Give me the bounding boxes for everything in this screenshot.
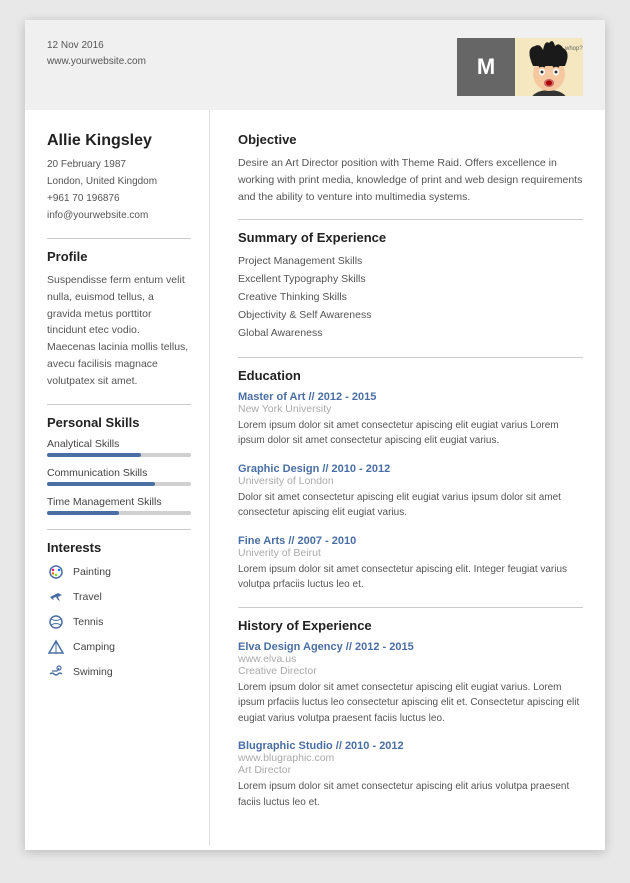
edu-desc-0: Lorem ipsum dolor sit amet consectetur a… bbox=[238, 418, 583, 449]
edu-school-1: University of London bbox=[238, 475, 583, 487]
summary-item-0: Project Management Skills bbox=[238, 253, 583, 271]
summary-list: Project Management Skills Excellent Typo… bbox=[238, 253, 583, 342]
cartoon-svg: whop?! bbox=[515, 38, 583, 96]
skill-communication-label: Communication Skills bbox=[47, 467, 191, 479]
profile-text: Suspendisse ferm entum velit nulla, euis… bbox=[47, 272, 191, 390]
skill-time: Time Management Skills bbox=[47, 496, 191, 515]
education-title: Education bbox=[238, 368, 583, 383]
edu-school-0: New York University bbox=[238, 403, 583, 415]
edu-desc-1: Dolor sit amet consectetur apiscing elit… bbox=[238, 490, 583, 521]
exp-desc-0: Lorem ipsum dolor sit amet consectetur a… bbox=[238, 680, 583, 727]
edu-entry-2: Fine Arts // 2007 - 2010 Univerity of Be… bbox=[238, 535, 583, 593]
tent-icon bbox=[47, 638, 65, 656]
divider-1 bbox=[47, 238, 191, 239]
plane-icon bbox=[47, 588, 65, 606]
skill-analytical: Analytical Skills bbox=[47, 438, 191, 457]
divider-r1 bbox=[238, 219, 583, 220]
skill-time-label: Time Management Skills bbox=[47, 496, 191, 508]
exp-desc-1: Lorem ipsum dolor sit amet consectetur a… bbox=[238, 779, 583, 810]
interest-camping: Camping bbox=[47, 638, 191, 656]
interests-title: Interests bbox=[47, 540, 191, 555]
skill-communication-bar-bg bbox=[47, 482, 191, 486]
objective-text: Desire an Art Director position with The… bbox=[238, 155, 583, 205]
person-location: London, United Kingdom bbox=[47, 173, 191, 190]
header-website: www.yourwebsite.com bbox=[47, 54, 146, 70]
divider-2 bbox=[47, 404, 191, 405]
edu-entry-1: Graphic Design // 2010 - 2012 University… bbox=[238, 463, 583, 521]
summary-title: Summary of Experience bbox=[238, 230, 583, 245]
exp-company-1: www.blugraphic.com bbox=[238, 752, 583, 764]
experience-title: History of Experience bbox=[238, 618, 583, 633]
interest-tennis: Tennis bbox=[47, 613, 191, 631]
profile-title: Profile bbox=[47, 249, 191, 264]
interest-painting: Painting bbox=[47, 563, 191, 581]
exp-role-0: Creative Director bbox=[238, 665, 583, 677]
summary-item-2: Creative Thinking Skills bbox=[238, 289, 583, 307]
summary-item-4: Global Awareness bbox=[238, 325, 583, 343]
interest-travel: Travel bbox=[47, 588, 191, 606]
skill-analytical-bar-bg bbox=[47, 453, 191, 457]
interest-travel-label: Travel bbox=[73, 591, 102, 603]
person-dob: 20 February 1987 bbox=[47, 156, 191, 173]
header-date: 12 Nov 2016 bbox=[47, 38, 146, 54]
palette-icon bbox=[47, 563, 65, 581]
exp-entry-1: Blugraphic Studio // 2010 - 2012 www.blu… bbox=[238, 740, 583, 810]
interest-painting-label: Painting bbox=[73, 566, 111, 578]
skills-title: Personal Skills bbox=[47, 415, 191, 430]
skill-time-bar-fill bbox=[47, 511, 119, 515]
edu-title-0: Master of Art // 2012 - 2015 bbox=[238, 391, 583, 403]
exp-title-0: Elva Design Agency // 2012 - 2015 bbox=[238, 641, 583, 653]
contact-info: 20 February 1987 London, United Kingdom … bbox=[47, 156, 191, 224]
summary-item-3: Objectivity & Self Awareness bbox=[238, 307, 583, 325]
exp-company-0: www.elva.us bbox=[238, 653, 583, 665]
right-column: Objective Desire an Art Director positio… bbox=[210, 110, 605, 846]
person-name: Allie Kingsley bbox=[47, 132, 191, 150]
divider-3 bbox=[47, 529, 191, 530]
divider-r2 bbox=[238, 357, 583, 358]
header-left: 12 Nov 2016 www.yourwebsite.com bbox=[47, 38, 146, 70]
skill-analytical-bar-fill bbox=[47, 453, 141, 457]
edu-title-2: Fine Arts // 2007 - 2010 bbox=[238, 535, 583, 547]
edu-school-2: Univerity of Beirut bbox=[238, 547, 583, 559]
interest-swimming: Swiming bbox=[47, 663, 191, 681]
avatar-initial: M bbox=[457, 38, 515, 96]
skill-communication-bar-fill bbox=[47, 482, 155, 486]
svg-text:whop?!: whop?! bbox=[564, 46, 583, 52]
summary-item-1: Excellent Typography Skills bbox=[238, 271, 583, 289]
exp-title-1: Blugraphic Studio // 2010 - 2012 bbox=[238, 740, 583, 752]
tennis-icon bbox=[47, 613, 65, 631]
resume-page: 12 Nov 2016 www.yourwebsite.com M bbox=[25, 20, 605, 850]
header-right: M bbox=[457, 38, 583, 96]
exp-role-1: Art Director bbox=[238, 764, 583, 776]
header: 12 Nov 2016 www.yourwebsite.com M bbox=[25, 20, 605, 110]
left-column: Allie Kingsley 20 February 1987 London, … bbox=[25, 110, 210, 846]
objective-title: Objective bbox=[238, 132, 583, 147]
main-content: Allie Kingsley 20 February 1987 London, … bbox=[25, 110, 605, 846]
exp-entry-0: Elva Design Agency // 2012 - 2015 www.el… bbox=[238, 641, 583, 727]
edu-title-1: Graphic Design // 2010 - 2012 bbox=[238, 463, 583, 475]
swim-icon bbox=[47, 663, 65, 681]
divider-r3 bbox=[238, 607, 583, 608]
edu-entry-0: Master of Art // 2012 - 2015 New York Un… bbox=[238, 391, 583, 449]
person-phone: +961 70 196876 bbox=[47, 190, 191, 207]
person-email: info@yourwebsite.com bbox=[47, 207, 191, 224]
skill-time-bar-bg bbox=[47, 511, 191, 515]
interest-swimming-label: Swiming bbox=[73, 666, 113, 678]
edu-desc-2: Lorem ipsum dolor sit amet consectetur a… bbox=[238, 562, 583, 593]
skill-analytical-label: Analytical Skills bbox=[47, 438, 191, 450]
interest-camping-label: Camping bbox=[73, 641, 115, 653]
skill-communication: Communication Skills bbox=[47, 467, 191, 486]
interest-tennis-label: Tennis bbox=[73, 616, 103, 628]
avatar-image: whop?! bbox=[515, 38, 583, 96]
